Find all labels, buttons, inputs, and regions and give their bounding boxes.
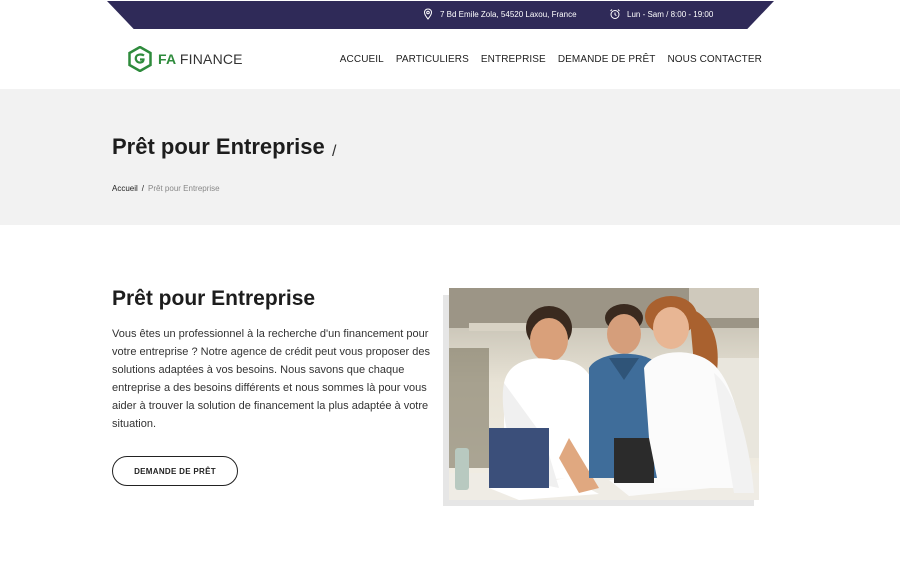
title-slash: / [332, 143, 337, 160]
section-title: Prêt pour Entreprise [112, 287, 316, 310]
page-hero: Prêt pour Entreprise / Accueil / Prêt po… [0, 89, 900, 225]
hours-info: Lun - Sam / 8:00 - 19:00 [609, 8, 713, 20]
nav-item-entreprise[interactable]: ENTREPRISE [481, 54, 546, 65]
address-info: 7 Bd Emile Zola, 54520 Laxou, France [422, 8, 577, 20]
nav-item-accueil[interactable]: ACCUEIL [340, 54, 384, 65]
logo-mark-icon [128, 46, 152, 72]
breadcrumb-separator: / [141, 184, 145, 193]
main-nav: ACCUEIL PARTICULIERS ENTREPRISE DEMANDE … [340, 54, 762, 65]
hours-text: Lun - Sam / 8:00 - 19:00 [627, 9, 714, 19]
nav-item-demande-de-pret[interactable]: DEMANDE DE PRÊT [558, 54, 656, 65]
site-logo[interactable]: FA FINANCE [128, 46, 243, 72]
map-pin-icon [422, 8, 434, 20]
address-text: 7 Bd Emile Zola, 54520 Laxou, France [440, 9, 577, 19]
team-illustration [449, 288, 759, 500]
nav-item-particuliers[interactable]: PARTICULIERS [396, 54, 469, 65]
breadcrumb-current: Prêt pour Entreprise [148, 184, 220, 193]
alarm-clock-icon [609, 8, 621, 20]
breadcrumb: Accueil / Prêt pour Entreprise [112, 184, 220, 193]
page-title: Prêt pour Entreprise [112, 134, 325, 159]
team-photo [449, 288, 759, 500]
logo-text: FA FINANCE [158, 51, 243, 67]
logo-finance: FINANCE [179, 51, 243, 67]
loan-request-button[interactable]: DEMANDE DE PRÊT [112, 456, 238, 486]
breadcrumb-home-link[interactable]: Accueil [112, 184, 138, 193]
section-description: Vous êtes un professionnel à la recherch… [112, 328, 430, 430]
nav-item-nous-contacter[interactable]: NOUS CONTACTER [667, 54, 762, 65]
logo-fa: FA [158, 51, 176, 67]
top-info-bar: 7 Bd Emile Zola, 54520 Laxou, France Lun… [107, 1, 774, 29]
